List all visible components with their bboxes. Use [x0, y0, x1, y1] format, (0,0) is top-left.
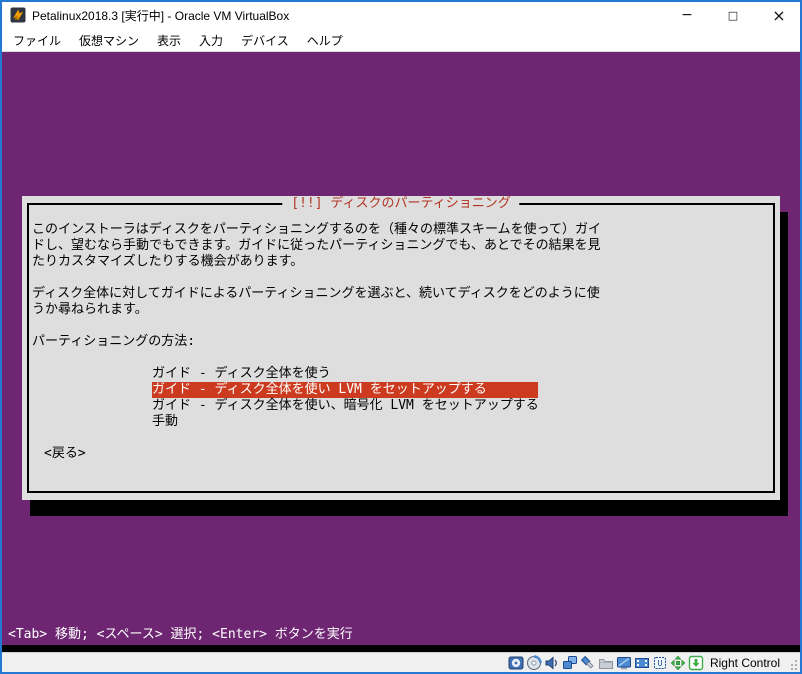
partition-option-row: ガイド - ディスク全体を使い LVM をセットアップする [152, 382, 766, 398]
statusbar: U Right Control [0, 652, 802, 672]
dialog-paragraph-line: たりカスタマイズしたりする機会があります。 [32, 254, 766, 270]
menu-devices[interactable]: デバイス [232, 30, 298, 51]
menubar: ファイル 仮想マシン 表示 入力 デバイス ヘルプ [0, 30, 802, 52]
partition-method-list: ガイド - ディスク全体を使う ガイド - ディスク全体を使い LVM をセット… [152, 366, 766, 430]
optical-disc-icon[interactable] [526, 655, 542, 671]
shared-folders-icon[interactable] [598, 655, 614, 671]
partition-option-guided-lvm[interactable]: ガイド - ディスク全体を使い LVM をセットアップする [152, 382, 538, 398]
partition-option-guided-encrypted-lvm[interactable]: ガイド - ディスク全体を使い、暗号化 LVM をセットアップする [152, 398, 539, 414]
partition-option-row: ガイド - ディスク全体を使い、暗号化 LVM をセットアップする [152, 398, 766, 414]
back-button-row: <戻る> [44, 446, 766, 462]
close-button[interactable]: × [756, 0, 802, 30]
svg-text:U: U [658, 659, 663, 668]
partition-option-row: 手動 [152, 414, 766, 430]
resize-grip-icon[interactable] [788, 657, 798, 669]
back-button[interactable]: <戻る> [44, 446, 86, 462]
menu-view[interactable]: 表示 [148, 30, 190, 51]
dialog-title: [!!] ディスクのパーティショニング [282, 196, 519, 212]
minimize-button[interactable]: − [664, 0, 710, 30]
partitioning-dialog: [!!] ディスクのパーティショニング このインストーラはディスクをパーティショ… [22, 196, 780, 500]
terminal-bottom-strip [0, 645, 802, 652]
network-icon[interactable] [562, 655, 578, 671]
keyboard-capture-icon[interactable] [688, 655, 704, 671]
hard-disk-icon[interactable] [508, 655, 524, 671]
usb-icon[interactable] [580, 655, 596, 671]
display-icon[interactable] [616, 655, 632, 671]
menu-help[interactable]: ヘルプ [298, 30, 352, 51]
dialog-content: このインストーラはディスクをパーティショニングするのを（種々の標準スキームを使っ… [22, 196, 780, 500]
dialog-paragraph-line: ドし、望むなら手動でもできます。ガイドに従ったパーティショニングでも、あとでその… [32, 238, 766, 254]
menu-file[interactable]: ファイル [4, 30, 70, 51]
partition-option-guided-whole-disk[interactable]: ガイド - ディスク全体を使う [152, 366, 331, 382]
installer-help-line: <Tab> 移動; <スペース> 選択; <Enter> ボタンを実行 [8, 627, 353, 643]
dialog-paragraph-line: ディスク全体に対してガイドによるパーティショニングを選ぶと、続いてディスクをどの… [32, 286, 766, 302]
virtualbox-app-icon [10, 7, 26, 23]
menu-machine[interactable]: 仮想マシン [70, 30, 148, 51]
features-icon[interactable]: U [652, 655, 668, 671]
dialog-paragraph-line: このインストーラはディスクをパーティショニングするのを（種々の標準スキームを使っ… [32, 222, 766, 238]
dialog-paragraph-line: うか尋ねられます。 [32, 302, 766, 318]
window-title: Petalinux2018.3 [実行中] - Oracle VM Virtua… [32, 7, 289, 24]
audio-icon[interactable] [544, 655, 560, 671]
window-titlebar[interactable]: Petalinux2018.3 [実行中] - Oracle VM Virtua… [0, 0, 802, 30]
partition-option-manual[interactable]: 手動 [152, 414, 178, 430]
menu-input[interactable]: 入力 [190, 30, 232, 51]
host-key-label: Right Control [710, 656, 780, 670]
maximize-button[interactable]: □ [710, 0, 756, 30]
mouse-integration-icon[interactable] [670, 655, 686, 671]
virtualbox-window: Petalinux2018.3 [実行中] - Oracle VM Virtua… [0, 0, 802, 674]
video-capture-icon[interactable] [634, 655, 650, 671]
partition-method-label: パーティショニングの方法: [32, 334, 766, 350]
partition-option-row: ガイド - ディスク全体を使う [152, 366, 766, 382]
